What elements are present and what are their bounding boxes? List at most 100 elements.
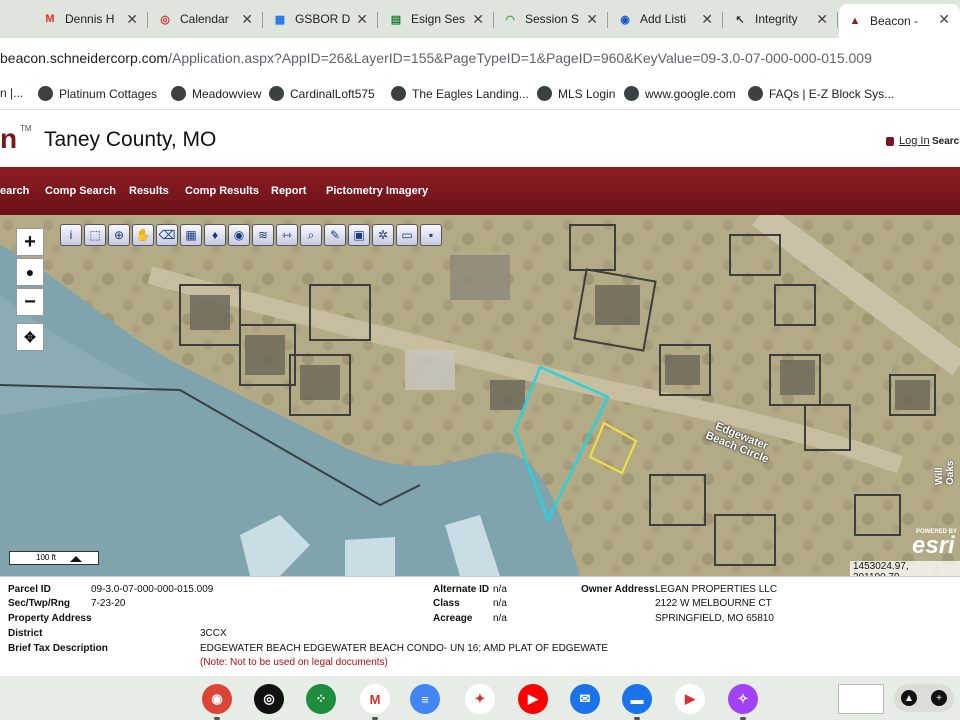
- tab-1[interactable]: ◎ Calendar ✕: [149, 4, 263, 34]
- tab-label: Dennis H: [65, 12, 115, 26]
- bookmark-label: MLS Login: [558, 86, 616, 101]
- bookmark-3[interactable]: CardinalLoft575: [269, 86, 375, 101]
- close-icon[interactable]: ✕: [241, 11, 253, 28]
- globe-button[interactable]: ●: [16, 258, 44, 286]
- settings-tool[interactable]: ✲: [372, 224, 394, 246]
- tab-label: Add Listi: [640, 12, 687, 26]
- site-header: n TM Taney County, MO Log In Search: [0, 111, 960, 167]
- print-tool[interactable]: ▣: [348, 224, 370, 246]
- bookmark-label: www.google.com: [645, 86, 736, 101]
- acreage-value: n/a: [493, 613, 507, 624]
- tab-5[interactable]: ◉ Add Listi ✕: [609, 4, 723, 34]
- legal-note: (Note: Not to be used on legal documents…: [200, 657, 388, 668]
- close-icon[interactable]: ✕: [701, 11, 713, 28]
- bookmark-6[interactable]: www.google.com: [624, 86, 736, 101]
- close-icon[interactable]: ✕: [126, 11, 138, 28]
- search-link[interactable]: Search: [932, 136, 960, 147]
- nav-item-3[interactable]: Comp Results: [185, 185, 259, 197]
- beacon-logo[interactable]: n: [0, 123, 17, 155]
- pin-tool[interactable]: ♦: [204, 224, 226, 246]
- close-icon[interactable]: ✕: [472, 11, 484, 28]
- pan-tool[interactable]: ✋: [132, 224, 154, 246]
- tab-label: Integrity: [755, 12, 798, 26]
- canvas-app[interactable]: ✧: [728, 684, 758, 720]
- youtube-app[interactable]: ▶: [518, 684, 548, 714]
- app-glyph: ▶: [685, 691, 695, 706]
- owner-street: 2122 W MELBOURNE CT: [655, 598, 772, 609]
- erase-tool[interactable]: ⌫: [156, 224, 178, 246]
- zoom-tool[interactable]: ⊕: [108, 224, 130, 246]
- esri-text: esri: [912, 532, 955, 559]
- bookmark-7[interactable]: FAQs | E-Z Block Sys...: [748, 86, 894, 101]
- close-icon[interactable]: ✕: [586, 11, 598, 28]
- bookmark-2[interactable]: Meadowview: [171, 86, 261, 101]
- bookmark-label: CardinalLoft575: [290, 86, 375, 101]
- address-bar[interactable]: beacon.schneidercorp.com/Application.asp…: [0, 38, 960, 78]
- bookmark-1[interactable]: Platinum Cottages: [38, 86, 157, 101]
- zoom-in-button[interactable]: +: [16, 228, 44, 256]
- globe-icon: [748, 86, 763, 101]
- select-area-tool[interactable]: ▦: [180, 224, 202, 246]
- globe-icon: [38, 86, 53, 101]
- nav-item-1[interactable]: Comp Search: [45, 185, 116, 197]
- map-view[interactable]: + ● − ✥ i ⬚ ⊕ ✋ ⌫ ▦ ♦ ◉ ≋ ⇿ ⌕ ✎ ▣ ✲ ▭ ▪ Will Oaks 100 f…: [0, 215, 960, 576]
- globe-icon: [269, 86, 284, 101]
- save-tool[interactable]: ▪: [420, 224, 442, 246]
- status-tray[interactable]: ▲ +: [894, 684, 954, 712]
- docs-app[interactable]: ≡: [410, 684, 440, 714]
- tab-2[interactable]: ▦ GSBOR D ✕: [264, 4, 378, 34]
- tab-strip: M Dennis H ✕ ◎ Calendar ✕ ▦ GSBOR D ✕ ▤ Esign Ses ✕…: [0, 0, 960, 38]
- grid-app[interactable]: ⁘: [306, 684, 336, 714]
- bookmark-4[interactable]: The Eagles Landing...: [391, 86, 529, 101]
- map-coordinates: 1453024.97, 301100.79: [850, 561, 960, 576]
- bookmark-0[interactable]: n |...: [0, 86, 23, 100]
- draw-tool[interactable]: ✎: [324, 224, 346, 246]
- messages-app[interactable]: ✉: [570, 684, 600, 714]
- nav-item-0[interactable]: earch: [0, 185, 29, 197]
- car-tool[interactable]: ▭: [396, 224, 418, 246]
- layers-tool[interactable]: ≋: [252, 224, 274, 246]
- bookmark-label: n |...: [0, 86, 24, 100]
- gmail-app[interactable]: M: [360, 684, 390, 720]
- owner-name: LEGAN PROPERTIES LLC: [655, 584, 778, 595]
- bookmark-5[interactable]: MLS Login: [537, 86, 615, 101]
- tab-6[interactable]: ↖ Integrity ✕: [724, 4, 838, 34]
- tab-0[interactable]: M Dennis H ✕: [34, 4, 148, 34]
- url-host: beacon.schneidercorp.com: [0, 50, 169, 66]
- wave-icon: ◠: [505, 13, 515, 26]
- play-app[interactable]: ▶: [675, 684, 705, 714]
- grid-icon: ▦: [274, 13, 286, 26]
- gemini-app[interactable]: ✦: [465, 684, 495, 714]
- url-text[interactable]: beacon.schneidercorp.com/Application.asp…: [0, 50, 872, 66]
- camera-tool[interactable]: ◉: [228, 224, 250, 246]
- chrome-app[interactable]: ◉: [202, 684, 232, 720]
- identify-tool[interactable]: i: [60, 224, 82, 246]
- close-icon[interactable]: ✕: [938, 11, 950, 28]
- tab-7[interactable]: ▲ Beacon - ✕: [839, 4, 960, 38]
- podcast-app[interactable]: ◎: [254, 684, 284, 714]
- add-icon[interactable]: +: [931, 690, 947, 706]
- app-glyph: ◎: [263, 691, 275, 706]
- close-icon[interactable]: ✕: [356, 11, 368, 28]
- app-glyph: ⁘: [315, 691, 327, 706]
- login-link[interactable]: Log In: [886, 135, 930, 147]
- pin-icon: ◎: [160, 13, 170, 26]
- search-tool[interactable]: ⌕: [300, 224, 322, 246]
- select-tool[interactable]: ⬚: [84, 224, 106, 246]
- upload-icon[interactable]: ▲: [901, 690, 917, 706]
- nav-item-5[interactable]: Pictometry Imagery: [326, 185, 428, 197]
- tab-separator: [377, 12, 378, 28]
- tab-3[interactable]: ▤ Esign Ses ✕: [380, 4, 494, 34]
- locate-button[interactable]: ✥: [16, 323, 44, 351]
- nav-item-2[interactable]: Results: [129, 185, 169, 197]
- window-thumbnail[interactable]: [838, 684, 884, 714]
- measure-tool[interactable]: ⇿: [276, 224, 298, 246]
- tab-4[interactable]: ◠ Session S ✕: [494, 4, 608, 34]
- files-app[interactable]: ▬: [622, 684, 652, 720]
- parcel-id-value: 09-3.0-07-000-000-015.009: [91, 584, 214, 595]
- zoom-out-button[interactable]: −: [16, 288, 44, 316]
- close-icon[interactable]: ✕: [816, 11, 828, 28]
- nav-item-4[interactable]: Report: [271, 185, 306, 197]
- cursor-icon: ↖: [735, 13, 745, 26]
- globe-icon: [537, 86, 552, 101]
